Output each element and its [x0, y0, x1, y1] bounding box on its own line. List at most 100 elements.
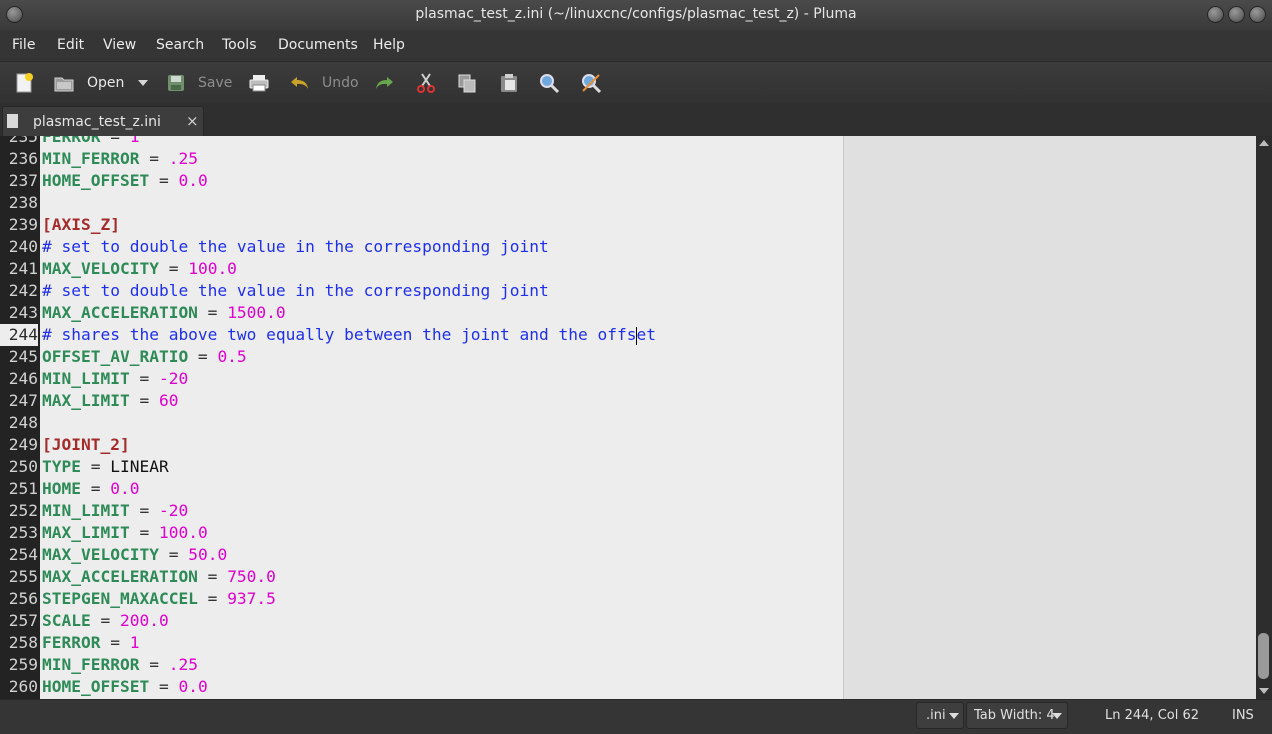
line-text: MAX_VELOCITY = 50.0	[42, 544, 227, 566]
code-token: MIN_FERROR	[42, 149, 140, 168]
copy-icon[interactable]	[456, 72, 478, 94]
close-tab-icon[interactable]: ×	[186, 112, 199, 130]
code-token: =	[149, 171, 179, 190]
find-icon[interactable]	[538, 72, 560, 94]
vertical-scrollbar[interactable]	[1256, 136, 1272, 699]
line-number: 237	[8, 171, 38, 190]
code-line[interactable]: 236 MIN_FERROR = .25	[0, 148, 1256, 170]
code-token: =	[197, 589, 228, 608]
code-line[interactable]: 239 [AXIS_Z]	[0, 214, 1256, 236]
minimize-button[interactable]	[1207, 6, 1224, 23]
open-recent-dropdown[interactable]	[138, 80, 148, 86]
tab-plasmac-test-z[interactable]: plasmac_test_z.ini ×	[2, 106, 204, 137]
code-token: [JOINT_2]	[42, 435, 130, 454]
line-number: 235	[8, 136, 38, 146]
document-tabs: plasmac_test_z.ini ×	[0, 103, 1272, 137]
code-line[interactable]: 245 OFFSET_AV_RATIO = 0.5	[0, 346, 1256, 368]
code-line[interactable]: 250 TYPE = LINEAR	[0, 456, 1256, 478]
line-number: 247	[8, 391, 38, 410]
open-icon[interactable]	[53, 72, 75, 94]
code-line[interactable]: 238	[0, 192, 1256, 214]
code-line[interactable]: 251 HOME = 0.0	[0, 478, 1256, 500]
redo-icon[interactable]	[373, 72, 395, 94]
menu-file[interactable]: File	[12, 37, 35, 53]
menu-documents[interactable]: Documents	[278, 37, 358, 53]
line-number: 249	[8, 435, 38, 454]
code-line[interactable]: 243 MAX_ACCELERATION = 1500.0	[0, 302, 1256, 324]
code-line[interactable]: 256 STEPGEN_MAXACCEL = 937.5	[0, 588, 1256, 610]
code-line[interactable]: 244 # shares the above two equally betwee…	[0, 324, 1256, 346]
code-line[interactable]: 253 MAX_LIMIT = 100.0	[0, 522, 1256, 544]
code-line[interactable]: 259 MIN_FERROR = .25	[0, 654, 1256, 676]
code-line[interactable]: 254 MAX_VELOCITY = 50.0	[0, 544, 1256, 566]
line-text: [JOINT_2]	[42, 434, 130, 456]
code-token: 1	[129, 136, 140, 146]
code-token: # set to double the value in the corresp…	[42, 281, 549, 300]
save-button[interactable]: Save	[198, 75, 232, 91]
line-text: STEPGEN_MAXACCEL = 937.5	[42, 588, 276, 610]
undo-icon[interactable]	[289, 72, 311, 94]
paste-icon[interactable]	[498, 72, 520, 94]
code-token: =	[139, 655, 169, 674]
code-line[interactable]: 240 # set to double the value in the corr…	[0, 236, 1256, 258]
code-token: =	[158, 259, 189, 278]
tab-width-selector[interactable]: Tab Width: 4	[966, 702, 1068, 729]
code-line[interactable]: 260 HOME_OFFSET = 0.0	[0, 676, 1256, 698]
undo-button[interactable]: Undo	[322, 75, 359, 91]
text-editor[interactable]: 235 FERROR = 1 236 MIN_FERROR = .25 237 HOME_…	[0, 136, 1256, 699]
scrollbar-thumb[interactable]	[1258, 633, 1269, 679]
code-token: =	[90, 611, 120, 630]
code-line[interactable]: 248	[0, 412, 1256, 434]
code-token: =	[197, 303, 228, 322]
window-title: plasmac_test_z.ini (~/linuxcnc/configs/p…	[415, 6, 857, 22]
code-line[interactable]: 242 # set to double the value in the corr…	[0, 280, 1256, 302]
line-number: 245	[8, 347, 38, 366]
line-text: HOME_OFFSET = 0.0	[42, 170, 208, 192]
line-text: SCALE = 200.0	[42, 610, 169, 632]
print-icon[interactable]	[248, 72, 270, 94]
menu-tools[interactable]: Tools	[222, 37, 257, 53]
code-token: 0.5	[217, 347, 247, 366]
close-window-button[interactable]	[1249, 6, 1266, 23]
code-token: MAX_ACCELERATION	[42, 567, 198, 586]
menu-edit[interactable]: Edit	[57, 37, 84, 53]
line-number: 244	[0, 324, 38, 346]
open-button[interactable]: Open	[87, 75, 124, 91]
line-number: 242	[8, 281, 38, 300]
cut-icon[interactable]	[415, 72, 437, 94]
code-line[interactable]: 237 HOME_OFFSET = 0.0	[0, 170, 1256, 192]
text-file-icon	[7, 114, 18, 128]
code-token: =	[149, 677, 179, 696]
line-text: FERROR = 1	[42, 632, 139, 654]
new-document-icon[interactable]	[13, 72, 35, 94]
line-text: [AXIS_Z]	[42, 214, 120, 236]
save-icon[interactable]	[165, 72, 187, 94]
find-replace-icon[interactable]	[580, 72, 602, 94]
menu-view[interactable]: View	[103, 37, 136, 53]
line-number: 238	[8, 193, 38, 212]
title-bar[interactable]: plasmac_test_z.ini (~/linuxcnc/configs/p…	[0, 0, 1272, 30]
code-line[interactable]: 241 MAX_VELOCITY = 100.0	[0, 258, 1256, 280]
code-line[interactable]: 252 MIN_LIMIT = -20	[0, 500, 1256, 522]
insert-mode[interactable]: INS	[1232, 708, 1254, 723]
code-line[interactable]: 258 FERROR = 1	[0, 632, 1256, 654]
menu-help[interactable]: Help	[373, 37, 405, 53]
code-line[interactable]: 247 MAX_LIMIT = 60	[0, 390, 1256, 412]
code-token: 60	[158, 391, 179, 410]
code-line[interactable]: 235 FERROR = 1	[0, 136, 1256, 148]
code-lines[interactable]: 235 FERROR = 1 236 MIN_FERROR = .25 237 HOME_…	[0, 136, 1256, 698]
code-token: MAX_VELOCITY	[42, 259, 159, 278]
menu-search[interactable]: Search	[156, 37, 204, 53]
code-token: 1	[129, 633, 140, 652]
code-line[interactable]: 246 MIN_LIMIT = -20	[0, 368, 1256, 390]
scroll-up-icon[interactable]	[1259, 140, 1269, 146]
code-line[interactable]: 249 [JOINT_2]	[0, 434, 1256, 456]
maximize-button[interactable]	[1228, 6, 1245, 23]
line-number: 239	[8, 215, 38, 234]
line-number: 256	[8, 589, 38, 608]
code-line[interactable]: 255 MAX_ACCELERATION = 750.0	[0, 566, 1256, 588]
scroll-down-icon[interactable]	[1259, 688, 1269, 694]
code-line[interactable]: 257 SCALE = 200.0	[0, 610, 1256, 632]
line-text: MAX_LIMIT = 100.0	[42, 522, 208, 544]
language-selector[interactable]: .ini	[916, 702, 964, 729]
